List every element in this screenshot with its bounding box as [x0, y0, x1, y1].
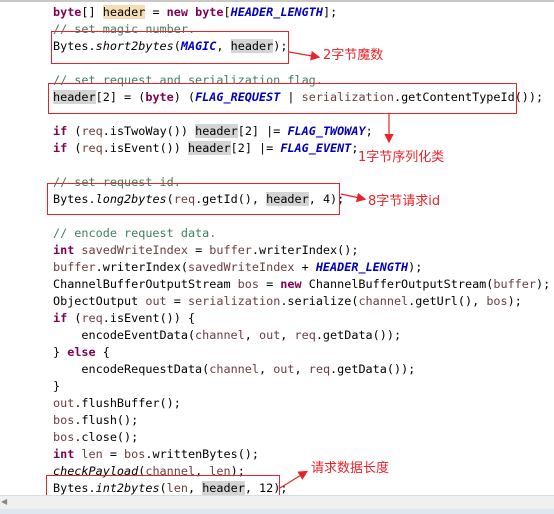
arrow-magic	[288, 51, 321, 61]
annotation-request-id: 8字节请求id	[368, 194, 441, 209]
horizontal-scrollbar[interactable]: ◀	[0, 495, 554, 509]
arrow-data-length	[279, 470, 309, 489]
annotation-data-length: 请求数据长度	[311, 461, 390, 476]
scroll-left-icon[interactable]: ◀	[1, 497, 7, 506]
arrow-request-id	[340, 192, 367, 203]
annotation-magic: 2字节魔数	[323, 48, 384, 63]
annotation-serialization: 1字节序列化类	[358, 150, 445, 165]
status-bar-edge	[0, 509, 554, 514]
annotation-arrows	[279, 51, 394, 489]
